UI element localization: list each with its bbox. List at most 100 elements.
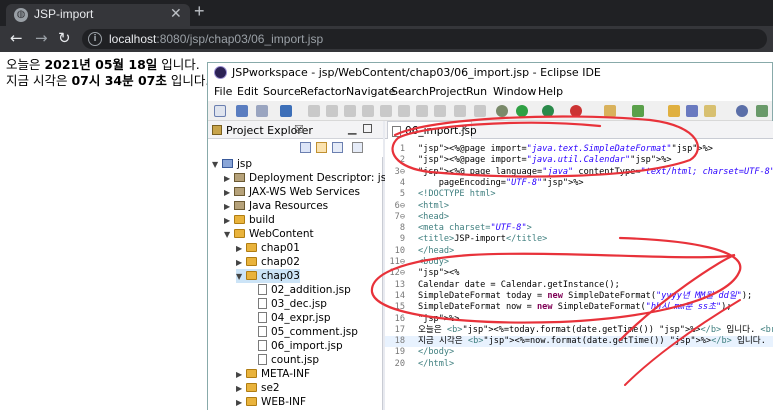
- menu-search[interactable]: Search: [391, 85, 429, 98]
- terminal-icon[interactable]: [280, 105, 292, 117]
- code-line[interactable]: 20 </html>: [385, 359, 773, 370]
- menu-edit[interactable]: Edit: [237, 85, 258, 98]
- code-line[interactable]: 2 "jsp"><%@page import="java.util.Calenda…: [385, 155, 773, 166]
- web-browser-icon[interactable]: [736, 105, 748, 117]
- code-line[interactable]: 6⊖ <html>: [385, 201, 773, 212]
- tree-item[interactable]: 04_expr.jsp: [248, 311, 331, 325]
- run-icon[interactable]: [516, 105, 528, 117]
- debug-icon[interactable]: [496, 105, 508, 117]
- expanded-chevron-icon[interactable]: ▼: [212, 158, 222, 172]
- code-line[interactable]: 17 오늘은 <b>"jsp"><%=today.format(date.getT…: [385, 325, 773, 336]
- tree-item[interactable]: ▼ jsp: [212, 157, 252, 171]
- menu-file[interactable]: File: [214, 85, 232, 98]
- forward-arrow-icon[interactable]: →: [35, 29, 48, 47]
- close-view-icon[interactable]: ☒: [294, 123, 304, 136]
- perspective-icon[interactable]: [756, 105, 768, 117]
- tree-item[interactable]: 03_dec.jsp: [248, 297, 327, 311]
- tree-item[interactable]: ▼ WebContent: [224, 227, 314, 241]
- collapsed-chevron-icon[interactable]: ▶: [224, 172, 234, 186]
- tree-item[interactable]: ▼ chap03: [236, 269, 300, 283]
- menu-help[interactable]: Help: [538, 85, 563, 98]
- collapsed-chevron-icon[interactable]: ▶: [224, 186, 234, 200]
- collapsed-chevron-icon[interactable]: ▶: [236, 368, 246, 382]
- collapse-all-icon[interactable]: [300, 142, 311, 153]
- maximize-icon[interactable]: [363, 124, 372, 133]
- search-icon[interactable]: [704, 105, 716, 117]
- info-icon[interactable]: i: [88, 32, 102, 46]
- code-line[interactable]: 4 pageEncoding="UTF-8""jsp">%>: [385, 178, 773, 189]
- tree-item[interactable]: ▶ se2: [236, 381, 280, 395]
- collapsed-chevron-icon[interactable]: ▶: [236, 256, 246, 270]
- minimize-icon[interactable]: ▁: [348, 122, 356, 135]
- url-text[interactable]: localhost:8080/jsp/chap03/06_import.jsp: [109, 32, 323, 46]
- code-line[interactable]: 10 </head>: [385, 246, 773, 257]
- collapsed-chevron-icon[interactable]: ▶: [236, 242, 246, 256]
- step-over-icon[interactable]: [416, 105, 428, 117]
- code-line[interactable]: 7⊖ <head>: [385, 212, 773, 223]
- collapsed-chevron-icon[interactable]: ▶: [236, 396, 246, 410]
- menu-refactor[interactable]: Refactor: [300, 85, 346, 98]
- tree-item[interactable]: ▶ META-INF: [236, 367, 310, 381]
- use-step-filters-icon[interactable]: [474, 105, 486, 117]
- code-line[interactable]: 9 <title>JSP-import</title>: [385, 234, 773, 245]
- skip-icon[interactable]: [308, 105, 320, 117]
- close-tab-icon[interactable]: ✕: [170, 6, 182, 22]
- code-line[interactable]: 18 지금 시각은 <b>"jsp"><%=now.format(date.get…: [385, 336, 773, 348]
- menu-run[interactable]: Run: [466, 85, 487, 98]
- menu-project[interactable]: Project: [429, 85, 467, 98]
- tree-item[interactable]: 06_import.jsp: [248, 339, 343, 353]
- new-icon[interactable]: [214, 105, 226, 117]
- tree-item[interactable]: ▶ Deployment Descriptor: jsp: [224, 171, 393, 185]
- menu-window[interactable]: Window: [493, 85, 536, 98]
- code-line[interactable]: 5 <!DOCTYPE html>: [385, 189, 773, 200]
- tree-item[interactable]: ▶ chap02: [236, 255, 300, 269]
- code-line[interactable]: 15 SimpleDateFormat now = new SimpleDateF…: [385, 302, 773, 313]
- browser-tab[interactable]: ◍ JSP-import ✕: [6, 4, 190, 26]
- step-into-icon[interactable]: [398, 105, 410, 117]
- view-menu-icon[interactable]: [352, 142, 363, 153]
- save-all-icon[interactable]: [256, 105, 268, 117]
- tree-item[interactable]: ▶ WEB-INF: [236, 395, 306, 409]
- tree-item[interactable]: count.jsp: [248, 353, 319, 367]
- code-line[interactable]: 3⊖ "jsp"><%@ page language="java" content…: [385, 167, 773, 178]
- save-icon[interactable]: [236, 105, 248, 117]
- code-line[interactable]: 8 <meta charset="UTF-8">: [385, 223, 773, 234]
- menu-navigate[interactable]: Navigate: [346, 85, 395, 98]
- open-type-icon[interactable]: [668, 105, 680, 117]
- code-line[interactable]: 1 "jsp"><%@page import="java.text.SimpleD…: [385, 144, 773, 155]
- suspend-icon[interactable]: [326, 105, 338, 117]
- step-return-icon[interactable]: [434, 105, 446, 117]
- coverage-icon[interactable]: [542, 105, 554, 117]
- expanded-chevron-icon[interactable]: ▼: [224, 228, 234, 242]
- new-server-icon[interactable]: [604, 105, 616, 117]
- collapsed-chevron-icon[interactable]: ▶: [224, 200, 234, 214]
- code-line[interactable]: 11⊖ <body>: [385, 257, 773, 268]
- tree-item[interactable]: ▶ build: [224, 213, 275, 227]
- collapsed-chevron-icon[interactable]: ▶: [224, 214, 234, 228]
- collapsed-chevron-icon[interactable]: ▶: [236, 382, 246, 396]
- open-task-icon[interactable]: [686, 105, 698, 117]
- new-tab-button[interactable]: +: [194, 1, 205, 22]
- code-line[interactable]: 19 </body>: [385, 347, 773, 358]
- project-explorer-tab[interactable]: Project Explorer ☒ ▁: [208, 121, 383, 139]
- tree-item[interactable]: ▶ chap01: [236, 241, 300, 255]
- terminate-icon[interactable]: [362, 105, 374, 117]
- disconnect-icon[interactable]: [380, 105, 392, 117]
- external-tools-icon[interactable]: [570, 105, 582, 117]
- code-editor[interactable]: 1 "jsp"><%@page import="java.text.SimpleD…: [385, 140, 773, 410]
- tree-item[interactable]: 05_comment.jsp: [248, 325, 358, 339]
- back-arrow-icon[interactable]: ←: [10, 29, 23, 47]
- drop-frame-icon[interactable]: [454, 105, 466, 117]
- new-java-class-icon[interactable]: [632, 105, 644, 117]
- code-line[interactable]: 16 "jsp">%>: [385, 314, 773, 325]
- expanded-chevron-icon[interactable]: ▼: [236, 270, 246, 284]
- menu-source[interactable]: Source: [263, 85, 301, 98]
- close-editor-icon[interactable]: ✕: [460, 124, 468, 135]
- resume-icon[interactable]: [344, 105, 356, 117]
- reload-icon[interactable]: ↻: [58, 29, 71, 47]
- link-with-editor-icon[interactable]: [316, 142, 327, 153]
- tree-item[interactable]: ▶ Java Resources: [224, 199, 328, 213]
- editor-tab[interactable]: 06_import.jsp ✕: [387, 121, 477, 139]
- code-line[interactable]: 14 SimpleDateFormat today = new SimpleDat…: [385, 291, 773, 302]
- tree-item[interactable]: ▶ JAX-WS Web Services: [224, 185, 360, 199]
